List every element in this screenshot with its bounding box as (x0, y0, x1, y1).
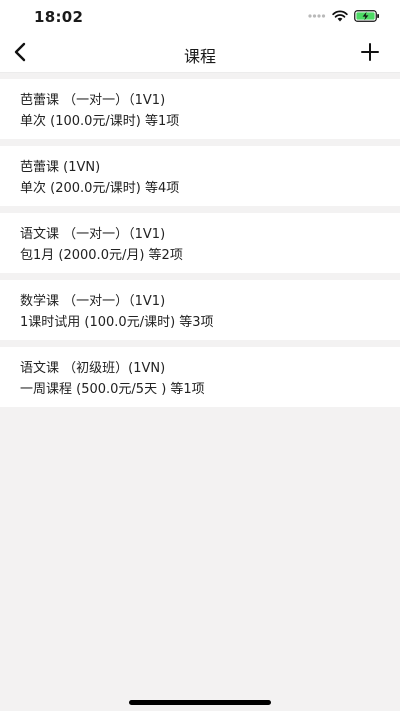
page-title: 课程 (183, 47, 216, 66)
course-detail: 单次 (200.0元/课时) 等4项 (20, 181, 180, 196)
signal-dots-icon (308, 14, 326, 18)
course-detail: 1课时试用 (100.0元/课时) 等3项 (20, 315, 214, 330)
course-list: 芭蕾课 （一对一）（1V1) 单次 (100.0元/课时) 等1项 芭蕾课 (1… (0, 72, 400, 407)
course-item[interactable]: 数学课 （一对一）（1V1) 1课时试用 (100.0元/课时) 等3项 (0, 280, 400, 340)
course-item[interactable]: 语文课 （初级班）(1VN) 一周课程 (500.0元/5天 ) 等1项 (0, 347, 400, 407)
status-time: 18:02 (34, 8, 84, 26)
course-detail: 包1月 (2000.0元/月) 等2项 (20, 248, 183, 263)
battery-charging-icon (354, 10, 379, 22)
home-indicator (129, 700, 271, 705)
plus-icon (361, 43, 379, 61)
course-name: 芭蕾课 （一对一）（1V1) (20, 93, 166, 108)
course-name: 语文课 （一对一）（1V1) (20, 227, 166, 242)
status-bar: 18:02 (0, 0, 400, 34)
course-name: 语文课 （初级班）(1VN) (20, 361, 166, 376)
course-item[interactable]: 语文课 （一对一）（1V1) 包1月 (2000.0元/月) 等2项 (0, 213, 400, 273)
course-name: 数学课 （一对一）（1V1) (20, 294, 166, 309)
nav-bar: 课程 (0, 34, 400, 73)
course-item[interactable]: 芭蕾课 (1VN) 单次 (200.0元/课时) 等4项 (0, 146, 400, 206)
wifi-icon (332, 10, 348, 22)
add-course-button[interactable] (358, 40, 382, 64)
status-icons (308, 10, 380, 22)
course-detail: 单次 (100.0元/课时) 等1项 (20, 114, 180, 129)
course-item[interactable]: 芭蕾课 （一对一）（1V1) 单次 (100.0元/课时) 等1项 (0, 79, 400, 139)
course-detail: 一周课程 (500.0元/5天 ) 等1项 (20, 382, 205, 397)
course-name: 芭蕾课 (1VN) (20, 160, 101, 175)
